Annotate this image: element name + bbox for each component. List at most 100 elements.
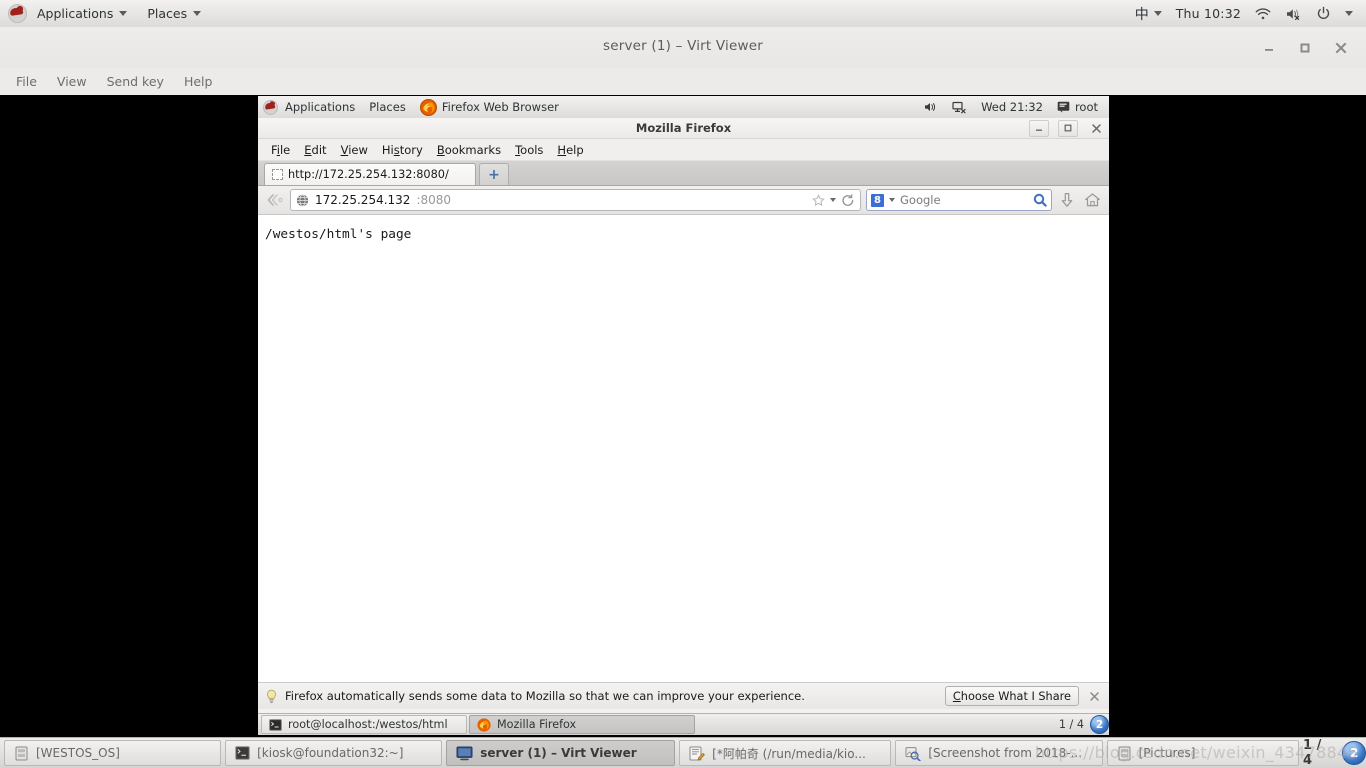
guest-user-menu[interactable]: root xyxy=(1050,97,1105,117)
mn: Hi xyxy=(381,142,394,157)
minimize-button[interactable] xyxy=(1262,41,1276,55)
choose-what-i-share-button[interactable]: Choose What I Share xyxy=(944,686,1079,706)
host-panel-menu-arrow[interactable] xyxy=(1338,7,1360,20)
firefox-menubar: File Edit View History Bookmarks Tools H… xyxy=(258,139,1109,161)
blank-favicon-icon xyxy=(272,169,283,180)
host-workspace-badge: 2 xyxy=(1342,741,1366,765)
chevron-down-icon[interactable] xyxy=(889,198,895,202)
browser-tab-title: http://172.25.254.132:8080/ xyxy=(288,168,449,181)
host-top-panel: Applications Places 中 Thu 10:32 xyxy=(0,0,1366,28)
speaker-icon[interactable] xyxy=(917,98,945,116)
guest-menu-places[interactable]: Places xyxy=(362,97,413,117)
guest-vm-display: Applications Places Firefox Web Browser xyxy=(258,96,1109,735)
mp: le xyxy=(279,142,291,157)
image-viewer-icon xyxy=(905,746,922,761)
btn-post: hoose What I Share xyxy=(960,689,1071,703)
home-icon[interactable] xyxy=(1082,190,1102,210)
guest-workspace-switcher[interactable]: 1 / 4 2 xyxy=(1059,715,1109,734)
chevron-down-icon xyxy=(1345,11,1353,16)
mp: ools xyxy=(520,142,544,157)
mp: iew xyxy=(348,142,368,157)
chevron-down-icon xyxy=(119,11,128,16)
vv-menu-file[interactable]: File xyxy=(6,70,47,93)
vv-menu-view[interactable]: View xyxy=(47,70,97,93)
bookmark-star-icon xyxy=(812,193,825,206)
host-taskbar-item-text-editor[interactable]: [*阿帕奇 (/run/media/kio... xyxy=(679,740,892,766)
host-clock[interactable]: Thu 10:32 xyxy=(1169,2,1248,25)
firefox-menu-bookmarks[interactable]: Bookmarks xyxy=(430,140,508,160)
guest-taskbar-item-terminal[interactable]: root@localhost:/westos/html xyxy=(261,715,467,734)
mk: E xyxy=(304,142,312,157)
maximize-button[interactable] xyxy=(1298,41,1312,55)
guest-taskbar-item-firefox[interactable]: Mozilla Firefox xyxy=(469,715,695,734)
power-icon[interactable] xyxy=(1309,2,1338,25)
firefox-menu-edit[interactable]: Edit xyxy=(297,140,333,160)
guest-active-app[interactable]: Firefox Web Browser xyxy=(413,96,566,119)
guest-top-panel: Applications Places Firefox Web Browser xyxy=(258,96,1109,119)
firefox-minimize-button[interactable] xyxy=(1029,119,1049,137)
host-taskbar-item-kiosk-terminal[interactable]: [kiosk@foundation32:~] xyxy=(225,740,443,766)
firefox-tabbar: http://172.25.254.132:8080/ + xyxy=(258,161,1109,186)
search-bar[interactable]: 8 Google xyxy=(866,189,1052,211)
firefox-menu-help[interactable]: Help xyxy=(550,140,590,160)
ime-label: 中 xyxy=(1134,6,1149,23)
url-bar[interactable]: 172.25.254.132:8080 xyxy=(290,189,861,211)
host-taskbar-label: [*阿帕奇 (/run/media/kio... xyxy=(712,746,866,761)
firefox-menu-history[interactable]: History xyxy=(375,140,430,160)
reload-icon xyxy=(842,193,854,206)
firefox-close-button[interactable] xyxy=(1087,121,1105,136)
new-tab-button[interactable]: + xyxy=(479,163,509,185)
browser-tab[interactable]: http://172.25.254.132:8080/ xyxy=(264,163,476,185)
network-disconnected-icon[interactable] xyxy=(945,98,974,117)
terminal-icon xyxy=(269,718,282,731)
terminal-icon xyxy=(235,746,250,760)
redhat-logo-icon[interactable] xyxy=(8,4,27,23)
virt-viewer-menubar: File View Send key Help xyxy=(0,68,1366,96)
text-editor-icon xyxy=(689,746,705,760)
virt-viewer-window-buttons xyxy=(1262,27,1358,68)
file-manager-icon xyxy=(15,746,28,760)
virt-viewer-titlebar: server (1) – Virt Viewer xyxy=(0,27,1366,69)
google-g-icon: 8 xyxy=(871,193,884,207)
mk: H xyxy=(557,142,567,157)
mk: B xyxy=(436,142,445,157)
host-menu-applications[interactable]: Applications xyxy=(28,2,136,25)
host-taskbar-label: server (1) – Virt Viewer xyxy=(480,746,637,760)
plus-icon: + xyxy=(488,166,500,183)
firefox-maximize-button[interactable] xyxy=(1058,119,1078,137)
firefox-menu-tools[interactable]: Tools xyxy=(508,140,550,160)
vv-menu-help[interactable]: Help xyxy=(174,70,223,93)
firefox-menu-file[interactable]: File xyxy=(264,140,297,160)
vv-menu-send-key[interactable]: Send key xyxy=(97,70,174,93)
chevron-down-icon xyxy=(193,11,202,16)
notification-close-icon[interactable] xyxy=(1086,691,1102,702)
host-menu-places[interactable]: Places xyxy=(138,2,210,25)
back-forward-icon[interactable] xyxy=(265,190,285,210)
guest-menu-applications[interactable]: Applications xyxy=(278,97,362,117)
close-button[interactable] xyxy=(1334,41,1348,55)
host-taskbar-item-screenshot[interactable]: [Screenshot from 2018-... xyxy=(895,740,1103,766)
host-taskbar-item-westos-os[interactable]: [WESTOS_OS] xyxy=(4,740,222,766)
host-workspace-switcher[interactable]: 1 / 4 2 xyxy=(1303,738,1366,768)
host-taskbar-item-virt-viewer[interactable]: server (1) – Virt Viewer xyxy=(446,740,676,766)
guest-taskbar-label: root@localhost:/westos/html xyxy=(288,718,448,731)
speaker-muted-icon[interactable] xyxy=(1278,3,1309,25)
firefox-title: Mozilla Firefox xyxy=(635,121,732,135)
notification-text: Firefox automatically sends some data to… xyxy=(285,689,805,703)
guest-clock[interactable]: Wed 21:32 xyxy=(974,97,1050,117)
host-taskbar-label: [WESTOS_OS] xyxy=(36,746,120,760)
firefox-menu-view[interactable]: View xyxy=(334,140,375,160)
wifi-icon[interactable] xyxy=(1248,3,1278,25)
download-arrow-icon[interactable] xyxy=(1057,190,1077,210)
lightbulb-icon xyxy=(267,689,276,703)
redhat-logo-icon[interactable] xyxy=(263,99,278,115)
host-taskbar-item-pictures[interactable]: [Pictures] xyxy=(1106,740,1300,766)
page-content: /westos/html's page xyxy=(258,215,1109,682)
firefox-titlebar: Mozilla Firefox xyxy=(258,118,1109,139)
chevron-down-icon[interactable] xyxy=(830,198,836,202)
search-engine-label: Google xyxy=(900,193,941,207)
ime-indicator[interactable]: 中 xyxy=(1128,0,1169,28)
display-icon xyxy=(456,746,473,760)
guest-taskbar-label: Mozilla Firefox xyxy=(497,718,577,731)
host-clock-label: Thu 10:32 xyxy=(1175,6,1241,21)
